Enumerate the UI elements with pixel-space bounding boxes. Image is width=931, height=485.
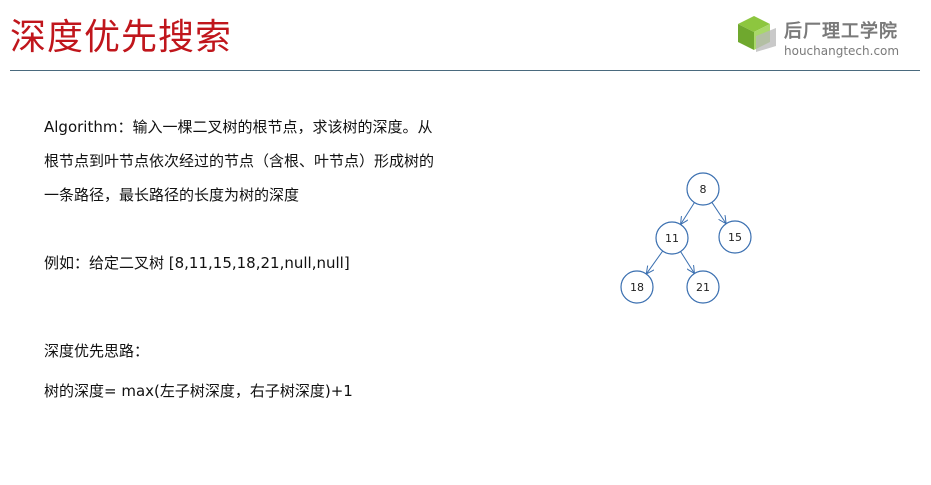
logo-brand-text: 后厂理工学院	[784, 21, 898, 42]
logo-mark-icon	[738, 16, 776, 52]
tree-node-label: 15	[728, 231, 742, 244]
title-divider	[10, 70, 920, 71]
tree-node-11: 11	[655, 221, 689, 255]
tree-node-21: 21	[686, 270, 720, 304]
tree-edge	[647, 250, 664, 273]
approach-heading: 深度优先思路：	[44, 342, 150, 360]
logo-domain-text: houchangtech.com	[784, 44, 900, 58]
formula-text: 树的深度= max(左子树深度，右子树深度)+1	[44, 382, 353, 400]
tree-node-15: 15	[718, 220, 752, 254]
tree-edge	[681, 202, 695, 224]
tree-node-label: 8	[700, 183, 707, 196]
tree-edge	[680, 251, 694, 273]
tree-node-label: 21	[696, 281, 710, 294]
problem-text: Algorithm：输入一棵二叉树的根节点，求该树的深度。从根节点到叶节点依次经…	[44, 118, 435, 204]
example-text: 例如：给定二叉树 [8,11,15,18,21,null,null]	[44, 254, 350, 272]
brand-logo: 后厂理工学院 houchangtech.com	[734, 14, 924, 64]
binary-tree-diagram: 8 11 15 18 21	[620, 172, 752, 304]
tree-edge	[711, 202, 726, 223]
slide-title: 深度优先搜索	[10, 17, 233, 58]
tree-node-label: 11	[665, 232, 679, 245]
tree-node-8: 8	[686, 172, 720, 206]
tree-node-18: 18	[620, 270, 654, 304]
problem-block: Algorithm：输入一棵二叉树的根节点，求该树的深度。从根节点到叶节点依次经…	[44, 110, 444, 212]
tree-node-label: 18	[630, 281, 644, 294]
